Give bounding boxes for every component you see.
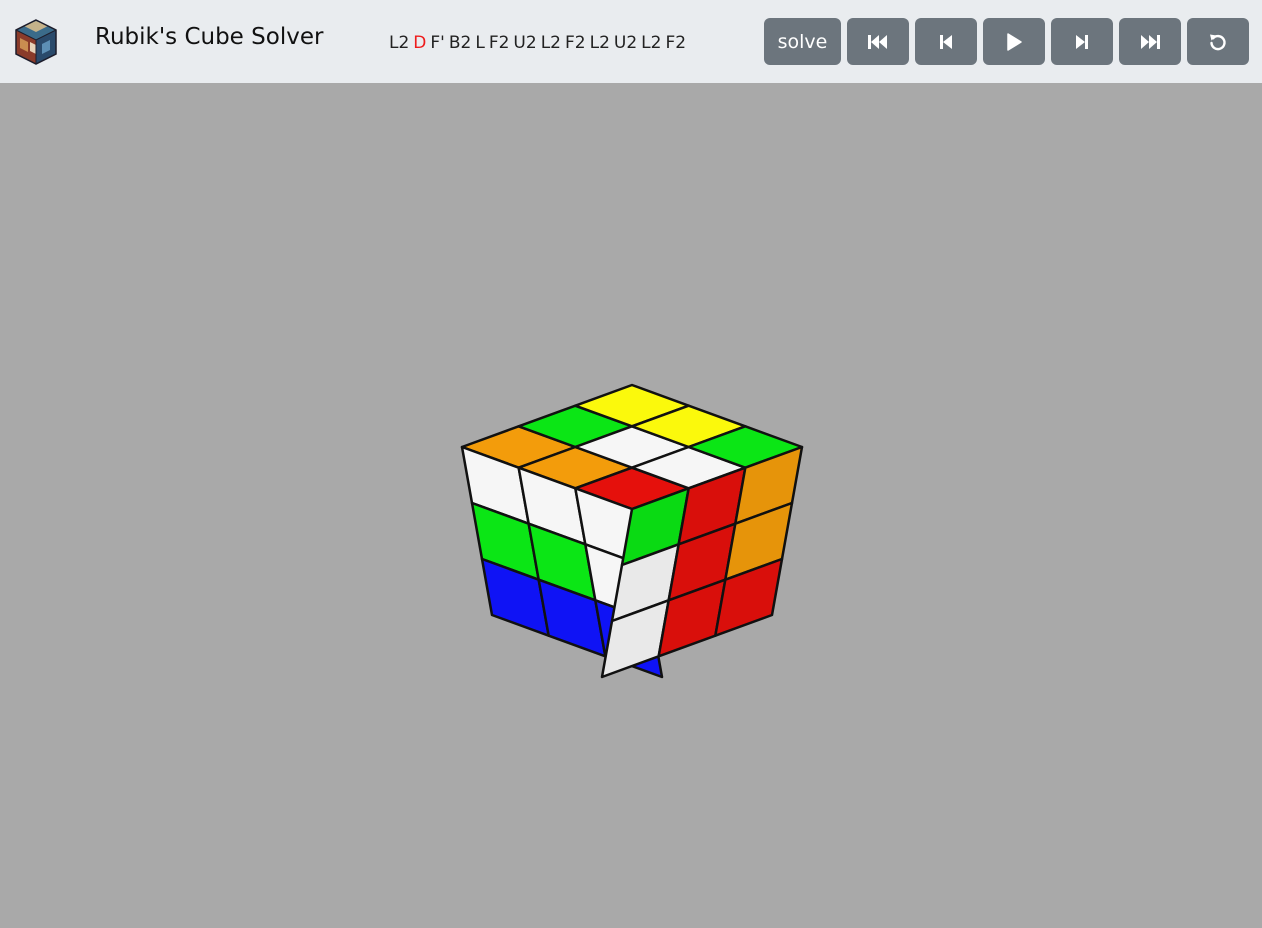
move-token: F2 [488,33,510,53]
solve-button[interactable]: solve [764,18,841,65]
move-token: L2 [540,33,561,53]
step-back-button[interactable] [915,18,977,65]
reset-icon [1210,34,1226,50]
step-forward-icon [1076,34,1088,49]
move-token: U2 [513,33,537,53]
move-token: B2 [448,33,472,53]
move-token: F2 [665,33,687,53]
step-forward-button[interactable] [1051,18,1113,65]
move-token: L [475,33,485,53]
cube-viewport[interactable] [0,83,1262,924]
play-icon [1007,32,1022,51]
skip-to-start-icon [868,34,887,49]
skip-to-end-icon [1141,34,1160,49]
skip-to-end-button[interactable] [1119,18,1181,65]
move-token: U2 [613,33,638,53]
step-back-icon [940,34,952,49]
move-token: F' [430,33,445,53]
reset-button[interactable] [1187,18,1249,65]
top-bar: Rubik's Cube Solver L2 D F' B2 L F2 U2 L2 F2 L2 U2… [0,0,1262,83]
move-token: L2 [389,33,410,53]
move-token: D [413,33,427,53]
skip-to-start-button[interactable] [847,18,909,65]
rubiks-cube-logo-icon [15,19,57,65]
move-token: L2 [641,33,662,53]
move-token: F2 [564,33,586,53]
solution-moves: L2 D F' B2 L F2 U2 L2 F2 L2 U2 L2 F2 [389,33,690,53]
rubiks-cube[interactable] [0,83,1262,924]
app-title: Rubik's Cube Solver [95,24,324,50]
move-token: L2 [589,33,610,53]
play-button[interactable] [983,18,1045,65]
